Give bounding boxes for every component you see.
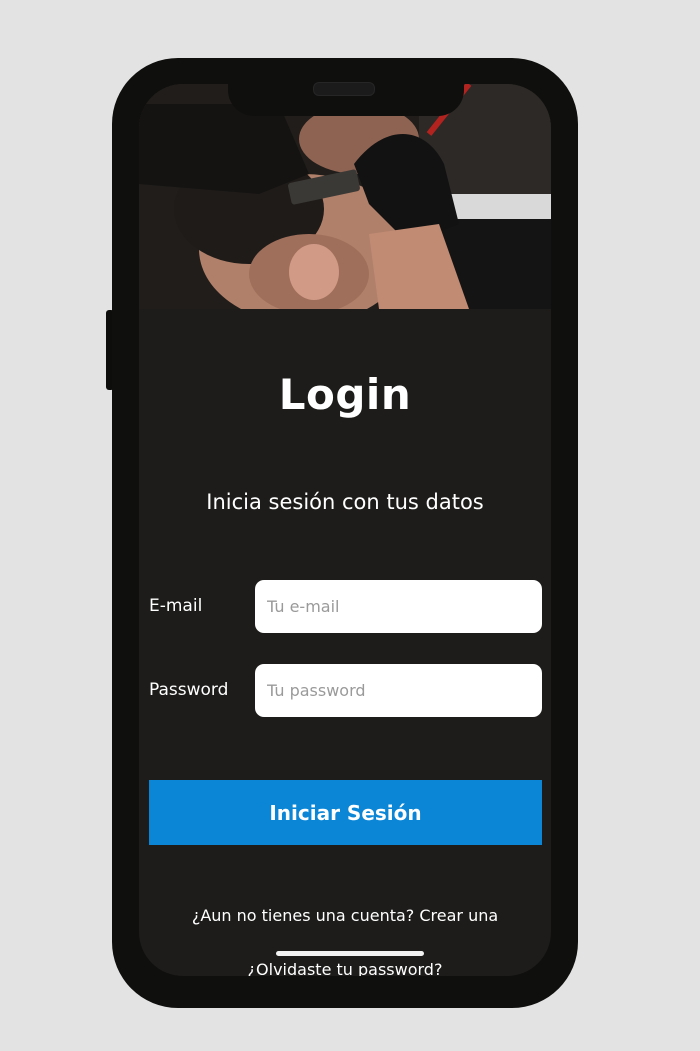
hero-image (139, 84, 551, 309)
email-field[interactable] (255, 580, 542, 633)
barber-photo (139, 84, 551, 309)
password-label: Password (149, 680, 229, 700)
create-account-link[interactable]: ¿Aun no tienes una cuenta? Crear una (139, 906, 551, 925)
login-button[interactable]: Iniciar Sesión (149, 780, 542, 845)
page-subtitle: Inicia sesión con tus datos (206, 490, 484, 514)
home-indicator (276, 951, 424, 956)
forgot-password-link[interactable]: ¿Olvidaste tu password? (139, 960, 551, 976)
speaker-grille (313, 82, 375, 96)
page-title: Login (278, 370, 412, 419)
email-label: E-mail (149, 596, 203, 616)
phone-screen: Login Inicia sesión con tus datos E-mail… (139, 84, 551, 976)
password-field[interactable] (255, 664, 542, 717)
